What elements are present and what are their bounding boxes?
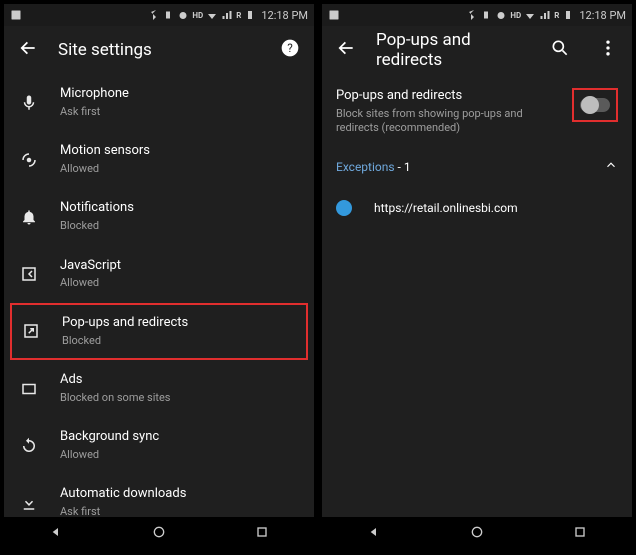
signal-icon xyxy=(539,9,551,21)
sync-icon xyxy=(20,437,38,455)
vibrate-icon xyxy=(162,9,174,21)
clock: 12:18 PM xyxy=(261,9,308,22)
exceptions-label: Exceptions xyxy=(336,160,395,174)
search-button[interactable] xyxy=(550,38,570,62)
setting-label: Pop-ups and redirects xyxy=(62,315,298,332)
setting-label: JavaScript xyxy=(60,258,300,275)
popup-icon xyxy=(22,322,40,340)
back-button[interactable] xyxy=(336,38,356,62)
popups-toggle-row[interactable]: Pop-ups and redirects Block sites from s… xyxy=(322,74,632,143)
toggle-label: Pop-ups and redirects xyxy=(336,88,562,105)
site-settings-screen: HD R 12:18 PM Site settings ? Microphone… xyxy=(4,4,314,551)
setting-notifications[interactable]: Notifications Blocked xyxy=(4,188,314,245)
setting-label: Background sync xyxy=(60,429,300,446)
signal-icon xyxy=(221,9,233,21)
setting-background-sync[interactable]: Background sync Allowed xyxy=(4,417,314,474)
setting-label: Ads xyxy=(60,372,300,389)
exceptions-count: - 1 xyxy=(395,160,411,174)
setting-status: Ask first xyxy=(60,505,300,517)
setting-status: Allowed xyxy=(60,276,300,290)
overflow-menu-button[interactable] xyxy=(598,38,618,62)
battery-icon xyxy=(562,9,574,21)
wifi-icon xyxy=(524,9,536,21)
toggle-description: Block sites from showing pop-ups and red… xyxy=(336,107,562,136)
popups-redirects-screen: HD R 12:18 PM Pop-ups and redirects Pop-… xyxy=(322,4,632,551)
setting-javascript[interactable]: JavaScript Allowed xyxy=(4,246,314,303)
setting-status: Allowed xyxy=(60,162,300,176)
battery-icon xyxy=(244,9,256,21)
nav-recent[interactable] xyxy=(254,524,270,544)
setting-label: Notifications xyxy=(60,200,300,217)
back-button[interactable] xyxy=(18,38,38,62)
popups-content: Pop-ups and redirects Block sites from s… xyxy=(322,74,632,517)
nav-home[interactable] xyxy=(469,524,485,544)
download-icon xyxy=(20,494,38,512)
setting-status: Blocked xyxy=(60,219,300,233)
js-icon xyxy=(20,265,38,283)
nav-recent[interactable] xyxy=(572,524,588,544)
setting-label: Motion sensors xyxy=(60,143,300,160)
motion-icon xyxy=(20,151,38,169)
setting-ads[interactable]: Ads Blocked on some sites xyxy=(4,360,314,417)
exception-url: https://retail.onlinesbi.com xyxy=(374,201,518,215)
vibrate-icon xyxy=(480,9,492,21)
settings-list[interactable]: Microphone Ask first Motion sensors Allo… xyxy=(4,74,314,517)
wifi-icon xyxy=(206,9,218,21)
help-button[interactable]: ? xyxy=(280,38,300,62)
mic-icon xyxy=(20,94,38,112)
setting-status: Allowed xyxy=(60,448,300,462)
site-favicon xyxy=(336,200,352,216)
setting-status: Ask first xyxy=(60,105,300,119)
roaming-indicator: R xyxy=(236,11,241,20)
nav-bar xyxy=(4,517,314,551)
page-title: Pop-ups and redirects xyxy=(376,30,530,70)
setting-microphone[interactable]: Microphone Ask first xyxy=(4,74,314,131)
exceptions-section-header[interactable]: Exceptions - 1 xyxy=(322,143,632,190)
picture-icon xyxy=(328,9,340,21)
setting-label: Automatic downloads xyxy=(60,486,300,503)
page-title: Site settings xyxy=(58,40,260,60)
roaming-indicator: R xyxy=(554,11,559,20)
status-bar: HD R 12:18 PM xyxy=(4,4,314,26)
toggle-highlight xyxy=(572,88,618,122)
chevron-up-icon xyxy=(604,157,618,176)
hd-indicator: HD xyxy=(192,11,203,20)
hd-indicator: HD xyxy=(510,11,521,20)
bell-icon xyxy=(20,208,38,226)
clock: 12:18 PM xyxy=(579,9,626,22)
setting-popups-redirects[interactable]: Pop-ups and redirects Blocked xyxy=(10,303,308,360)
status-bar: HD R 12:18 PM xyxy=(322,4,632,26)
nav-bar xyxy=(322,517,632,551)
ads-icon xyxy=(20,380,38,398)
setting-label: Microphone xyxy=(60,86,300,103)
nav-home[interactable] xyxy=(151,524,167,544)
bluetooth-icon xyxy=(147,9,159,21)
bluetooth-icon xyxy=(465,9,477,21)
exception-item[interactable]: https://retail.onlinesbi.com xyxy=(322,190,632,226)
svg-text:?: ? xyxy=(287,41,293,55)
nav-back[interactable] xyxy=(48,524,64,544)
popups-toggle-switch[interactable] xyxy=(580,98,610,112)
setting-status: Blocked xyxy=(62,334,298,348)
app-bar: Site settings ? xyxy=(4,26,314,74)
picture-icon xyxy=(10,9,22,21)
app-bar: Pop-ups and redirects xyxy=(322,26,632,74)
alarm-icon xyxy=(177,9,189,21)
nav-back[interactable] xyxy=(366,524,382,544)
setting-automatic-downloads[interactable]: Automatic downloads Ask first xyxy=(4,474,314,517)
alarm-icon xyxy=(495,9,507,21)
setting-motion-sensors[interactable]: Motion sensors Allowed xyxy=(4,131,314,188)
setting-status: Blocked on some sites xyxy=(60,391,300,405)
